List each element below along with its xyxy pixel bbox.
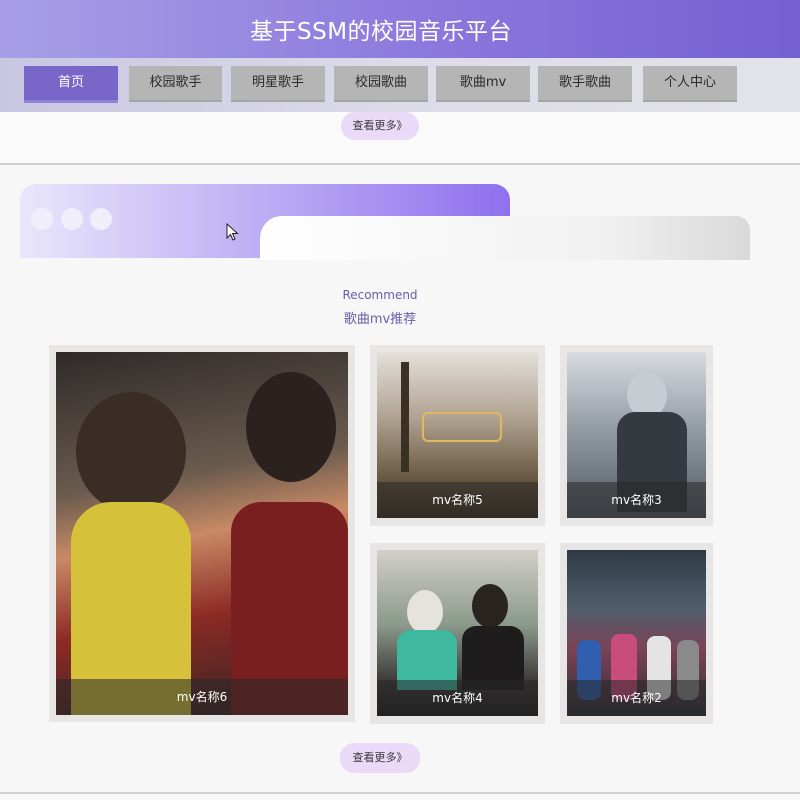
recommend-title-zh: 歌曲mv推荐 <box>343 312 417 327</box>
mv-thumbnail[interactable]: mv名称5 <box>377 352 538 518</box>
mv-thumbnail[interactable]: mv名称4 <box>377 550 538 716</box>
mv-caption: mv名称3 <box>567 482 706 518</box>
section-divider <box>0 163 800 165</box>
site-header: 基于SSM的校园音乐平台 <box>0 0 800 58</box>
nav-item-singer-songs[interactable]: 歌手歌曲 <box>538 66 632 100</box>
nav-item-campus-songs[interactable]: 校园歌曲 <box>334 66 428 100</box>
nav-item-personal-center[interactable]: 个人中心 <box>643 66 737 100</box>
mv-card[interactable]: mv名称6 <box>49 345 355 722</box>
mv-thumbnail[interactable]: mv名称2 <box>567 550 706 716</box>
recommend-title-en: Recommend <box>342 288 418 302</box>
view-more-button-top[interactable]: 查看更多》 <box>341 112 419 140</box>
mouse-cursor-icon <box>226 223 239 241</box>
mv-caption: mv名称5 <box>377 482 538 518</box>
window-dot-icon <box>61 208 83 230</box>
mv-thumbnail[interactable]: mv名称3 <box>567 352 706 518</box>
mv-thumbnail[interactable]: mv名称6 <box>56 352 348 715</box>
mv-card[interactable]: mv名称4 <box>370 543 545 724</box>
bottom-divider <box>0 792 800 794</box>
window-decoration-tab <box>260 216 750 260</box>
mv-card[interactable]: mv名称5 <box>370 345 545 526</box>
main-nav: 首页 校园歌手 明星歌手 校园歌曲 歌曲mv 歌手歌曲 个人中心 <box>0 58 800 112</box>
mv-card[interactable]: mv名称2 <box>560 543 713 724</box>
mv-caption: mv名称2 <box>567 680 706 716</box>
nav-item-star-singers[interactable]: 明星歌手 <box>231 66 325 100</box>
window-dot-icon <box>90 208 112 230</box>
view-more-button[interactable]: 查看更多》 <box>340 743 420 773</box>
previous-section: 查看更多》 <box>0 112 800 164</box>
nav-item-campus-singers[interactable]: 校园歌手 <box>129 66 222 100</box>
window-dot-icon <box>31 208 53 230</box>
mv-caption: mv名称6 <box>56 679 348 715</box>
site-title: 基于SSM的校园音乐平台 <box>250 19 513 45</box>
nav-item-song-mv[interactable]: 歌曲mv <box>436 66 530 100</box>
mv-card[interactable]: mv名称3 <box>560 345 713 526</box>
mv-caption: mv名称4 <box>377 680 538 716</box>
nav-item-home[interactable]: 首页 <box>24 66 118 100</box>
